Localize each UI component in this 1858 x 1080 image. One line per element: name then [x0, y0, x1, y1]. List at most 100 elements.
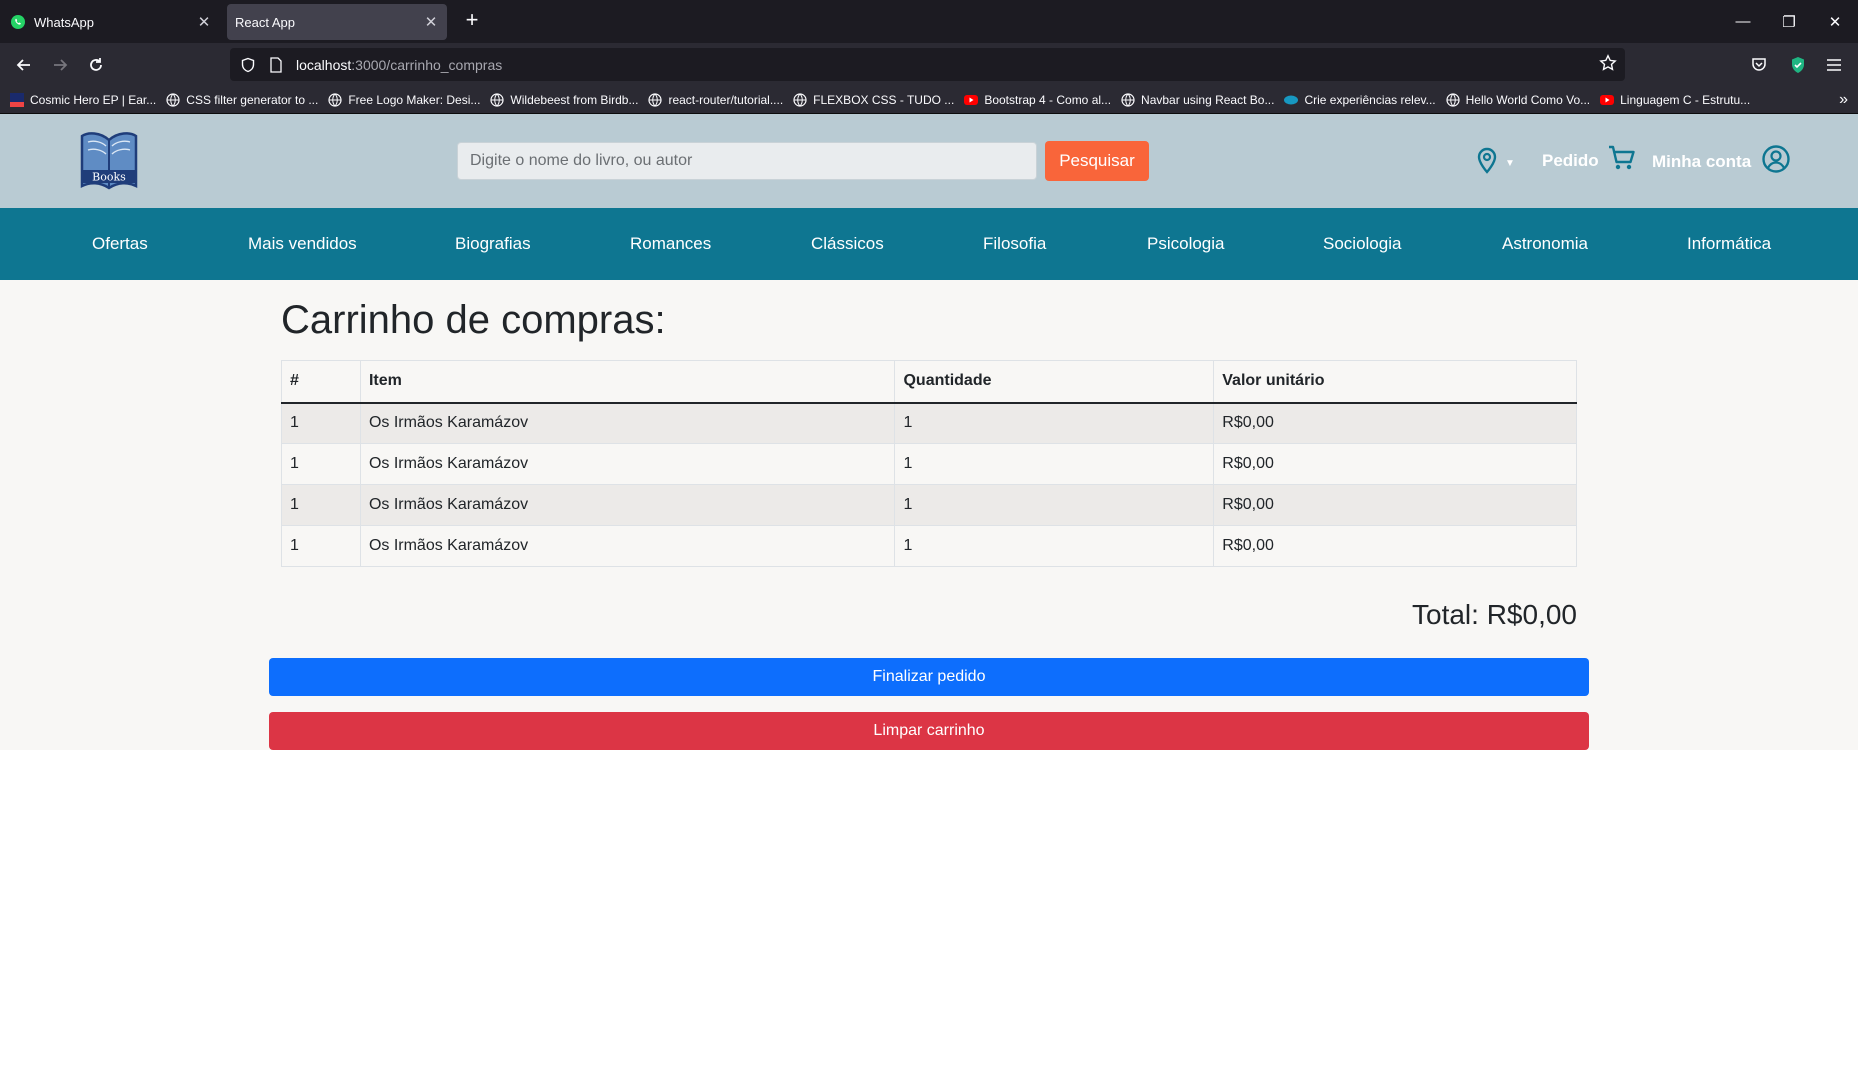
location-pin-icon — [1475, 147, 1499, 180]
column-header: Valor unitário — [1213, 360, 1577, 404]
browser-navbar: localhost:3000/carrinho_compras — [0, 43, 1858, 86]
category-filosofia[interactable]: Filosofia — [983, 208, 1046, 280]
table-row: 1 Os Irmãos Karamázov 1 R$0,00 — [281, 525, 1577, 567]
new-tab-button[interactable]: + — [460, 8, 484, 32]
bookmark-item[interactable]: FLEXBOX CSS - TUDO ... — [793, 93, 954, 107]
svg-text:Books: Books — [92, 171, 126, 184]
clear-cart-button[interactable]: Limpar carrinho — [269, 712, 1589, 750]
bookmark-thumbnail-icon — [10, 92, 24, 107]
bookmark-item[interactable]: Cosmic Hero EP | Ear... — [10, 92, 156, 107]
cell-item: Os Irmãos Karamázov — [359, 525, 896, 567]
youtube-icon — [964, 93, 979, 107]
user-circle-icon — [1761, 144, 1791, 179]
category-sociologia[interactable]: Sociologia — [1323, 208, 1401, 280]
site-header: Books Pesquisar ▼ Pedido Minha conta — [0, 114, 1858, 208]
restore-icon[interactable]: ❐ — [1766, 0, 1812, 43]
globe-icon — [490, 92, 505, 107]
category-romances[interactable]: Romances — [630, 208, 711, 280]
bookmark-star-icon[interactable] — [1599, 54, 1617, 77]
search-input[interactable] — [457, 142, 1037, 180]
cell-unit-price: R$0,00 — [1213, 402, 1577, 444]
table-header-row: # Item Quantidade Valor unitário — [281, 360, 1577, 404]
page: Books Pesquisar ▼ Pedido Minha conta Ofe… — [0, 114, 1858, 750]
bookmark-item[interactable]: Wildebeest from Birdb... — [490, 93, 638, 107]
caret-down-icon: ▼ — [1505, 158, 1515, 169]
cell-index: 1 — [281, 525, 361, 567]
cart-icon — [1607, 144, 1637, 177]
table-row: 1 Os Irmãos Karamázov 1 R$0,00 — [281, 443, 1577, 485]
cell-index: 1 — [281, 484, 361, 526]
search-button[interactable]: Pesquisar — [1045, 141, 1149, 181]
forward-icon[interactable] — [46, 51, 74, 79]
whatsapp-icon — [10, 14, 26, 30]
category-ofertas[interactable]: Ofertas — [92, 208, 148, 280]
globe-icon — [1121, 92, 1135, 107]
account-link[interactable]: Minha conta — [1652, 144, 1791, 179]
url-text: localhost:3000/carrinho_compras — [296, 56, 503, 73]
back-icon[interactable] — [10, 51, 38, 79]
cell-index: 1 — [281, 443, 361, 485]
close-tab-icon[interactable]: ✕ — [192, 13, 216, 31]
cell-item: Os Irmãos Karamázov — [359, 484, 896, 526]
cell-item: Os Irmãos Karamázov — [359, 402, 896, 444]
salesforce-icon — [1284, 93, 1299, 107]
category-informatica[interactable]: Informática — [1687, 208, 1771, 280]
bookmark-item[interactable]: Linguagem C - Estrutu... — [1600, 93, 1750, 107]
bookmark-item[interactable]: Navbar using React Bo... — [1121, 93, 1274, 107]
table-row: 1 Os Irmãos Karamázov 1 R$0,00 — [281, 484, 1577, 526]
books-logo[interactable]: Books — [78, 126, 140, 196]
cell-unit-price: R$0,00 — [1213, 443, 1577, 485]
page-icon — [266, 55, 286, 75]
cell-item: Os Irmãos Karamázov — [359, 443, 896, 485]
minimize-icon[interactable]: — — [1720, 0, 1766, 43]
shield-icon[interactable] — [238, 55, 258, 75]
address-bar[interactable]: localhost:3000/carrinho_compras — [230, 48, 1625, 81]
more-bookmarks-icon[interactable]: » — [1839, 91, 1848, 109]
bookmark-item[interactable]: Crie experiências relev... — [1284, 93, 1436, 107]
order-link[interactable]: Pedido — [1542, 144, 1637, 177]
cell-unit-price: R$0,00 — [1213, 484, 1577, 526]
account-label: Minha conta — [1652, 151, 1752, 171]
cell-quantity: 1 — [894, 402, 1215, 444]
cell-quantity: 1 — [894, 525, 1215, 567]
cell-quantity: 1 — [894, 443, 1215, 485]
menu-icon[interactable] — [1820, 51, 1848, 79]
table-row: 1 Os Irmãos Karamázov 1 R$0,00 — [281, 402, 1577, 444]
cart-table: # Item Quantidade Valor unitário 1 Os Ir… — [281, 360, 1577, 567]
cell-quantity: 1 — [894, 484, 1215, 526]
category-biografias[interactable]: Biografias — [455, 208, 531, 280]
extension-shield-icon[interactable] — [1784, 51, 1812, 79]
finish-order-button[interactable]: Finalizar pedido — [269, 658, 1589, 696]
bookmark-item[interactable]: CSS filter generator to ... — [166, 93, 318, 107]
pocket-icon[interactable] — [1745, 51, 1773, 79]
close-window-icon[interactable]: ✕ — [1812, 0, 1858, 43]
column-header: # — [281, 360, 361, 404]
category-nav: Ofertas Mais vendidos Biografias Romance… — [0, 208, 1858, 280]
close-tab-icon[interactable]: ✕ — [419, 13, 443, 31]
reload-icon[interactable] — [82, 51, 110, 79]
globe-icon — [328, 92, 342, 107]
bookmark-item[interactable]: react-router/tutorial.... — [648, 93, 783, 107]
cell-unit-price: R$0,00 — [1213, 525, 1577, 567]
globe-icon — [166, 92, 180, 107]
tab-react-app[interactable]: React App ✕ — [227, 4, 447, 40]
tab-whatsapp[interactable]: WhatsApp ✕ — [0, 4, 220, 40]
bookmark-item[interactable]: Hello World Como Vo... — [1446, 93, 1590, 107]
location-dropdown[interactable]: ▼ — [1475, 147, 1515, 180]
bookmark-item[interactable]: Free Logo Maker: Desi... — [328, 93, 480, 107]
column-header: Quantidade — [894, 360, 1215, 404]
tab-title: WhatsApp — [34, 14, 94, 30]
browser-tabstrip: WhatsApp ✕ React App ✕ + — ❐ ✕ — [0, 0, 1858, 43]
globe-icon — [793, 92, 807, 107]
category-psicologia[interactable]: Psicologia — [1147, 208, 1225, 280]
globe-icon — [648, 92, 663, 107]
cell-index: 1 — [281, 402, 361, 444]
tab-title: React App — [235, 14, 295, 30]
category-astronomia[interactable]: Astronomia — [1502, 208, 1588, 280]
page-title: Carrinho de compras: — [281, 298, 666, 342]
bookmark-item[interactable]: Bootstrap 4 - Como al... — [964, 93, 1111, 107]
youtube-icon — [1600, 93, 1615, 107]
column-header: Item — [359, 360, 896, 404]
category-mais-vendidos[interactable]: Mais vendidos — [248, 208, 357, 280]
category-classicos[interactable]: Clássicos — [811, 208, 884, 280]
